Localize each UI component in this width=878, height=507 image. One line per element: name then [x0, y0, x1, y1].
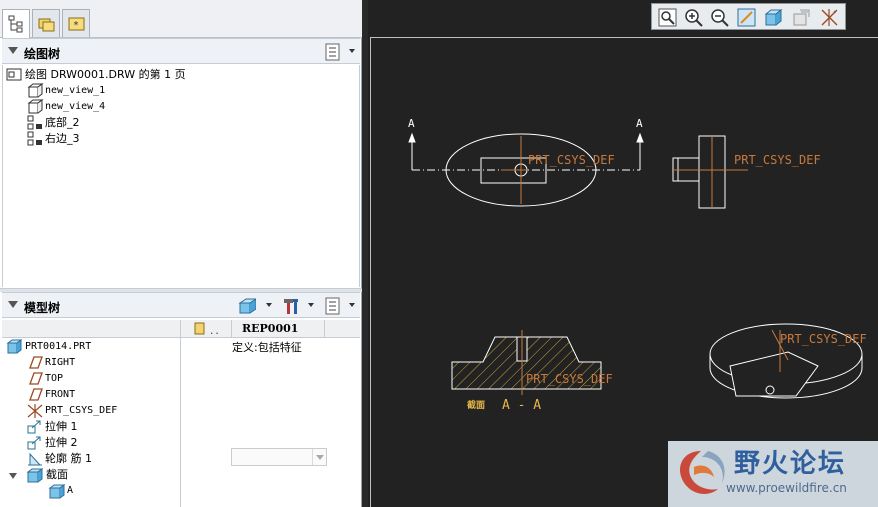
chevron-down-icon[interactable] [266, 303, 272, 307]
favorites-icon: * [68, 17, 85, 31]
chevron-down-icon[interactable] [349, 49, 355, 53]
csys-label: PRT_CSYS_DEF [780, 332, 867, 346]
view-toolbar: * [651, 3, 846, 30]
tree-settings-icon[interactable] [324, 297, 342, 315]
datum-plane-icon [29, 388, 43, 401]
repaint-icon[interactable] [736, 7, 757, 28]
shading-icon[interactable] [763, 7, 784, 28]
drawing-tree-title: 绘图树 [24, 47, 61, 61]
drawing-canvas[interactable]: A A PRT_CSYS_DEF PRT_CSYS_DEF PRT_CSYS_D… [368, 0, 878, 507]
csys-label: PRT_CSYS_DEF [734, 153, 821, 167]
show-model-icon[interactable] [238, 297, 256, 315]
drawing-sheet-icon [6, 68, 22, 81]
general-view-icon [27, 99, 44, 114]
top-view[interactable] [408, 132, 644, 207]
tab-folder-browser[interactable] [32, 9, 60, 37]
datum-plane-icon [29, 356, 43, 369]
column-empty [324, 320, 360, 338]
projection-view-icon [27, 115, 42, 130]
csys-label: PRT_CSYS_DEF [526, 372, 613, 386]
model-tree-title: 模型树 [24, 301, 61, 315]
annotation-display-icon[interactable] [791, 7, 812, 28]
collapse-icon[interactable] [8, 301, 18, 308]
arrow-head-icon [408, 132, 416, 143]
csys-label: PRT_CSYS_DEF [528, 153, 615, 167]
tree-icon [8, 15, 23, 33]
part-icon [6, 339, 23, 354]
extrude-icon [27, 436, 41, 450]
collapse-icon[interactable] [8, 47, 18, 54]
projection-view-icon [27, 131, 42, 146]
coordinate-system-icon [27, 404, 43, 418]
column-rep-header[interactable]: REP0001 [242, 322, 298, 335]
forum-logo-icon [680, 451, 725, 494]
chevron-down-icon[interactable] [308, 303, 314, 307]
model-tree-column-header: .. REP0001 [2, 320, 360, 338]
refit-icon[interactable] [657, 7, 678, 28]
datum-plane-icon [29, 372, 43, 385]
collapse-icon[interactable] [8, 471, 18, 481]
drawing-tree: 绘图 DRW0001.DRW 的第 1 页 new_view_1 new_vie… [2, 65, 360, 287]
zoom-in-icon[interactable] [683, 7, 704, 28]
cutting-label-left: A [408, 117, 415, 130]
navigator-panel: * 绘图树 绘图 DRW0001.DRW 的第 1 页 new_view_1 n… [0, 0, 362, 507]
watermark-title: 野火论坛 [734, 449, 847, 479]
rep-dropdown[interactable] [231, 448, 327, 466]
zoom-out-icon[interactable] [709, 7, 730, 28]
navigator-tabs: * [0, 0, 362, 39]
section-folder-icon [26, 468, 44, 483]
chevron-down-icon[interactable] [349, 303, 355, 307]
tab-model-tree[interactable] [2, 9, 30, 39]
svg-text:..: .. [209, 327, 220, 337]
section-word: 截面 [467, 399, 485, 411]
drawing-tree-header[interactable]: 绘图树 [2, 38, 360, 64]
datum-csys-display-icon[interactable]: * [819, 7, 840, 28]
section-icon [48, 484, 66, 499]
forum-watermark: 野火论坛 www.proewildfire.cn [668, 441, 878, 507]
general-view-icon [27, 83, 44, 98]
chevron-down-icon[interactable] [312, 449, 326, 465]
cutting-label-right: A [636, 117, 643, 130]
model-tree: PRT0014.PRT RIGHT TOP FRONT PRT_CSYS_DEF [2, 339, 360, 507]
extrude-icon [27, 420, 41, 434]
arrow-head-icon [636, 132, 644, 143]
column-icon: .. [194, 322, 220, 337]
folder-icon [38, 18, 55, 32]
svg-text:*: * [73, 20, 79, 31]
tools-icon[interactable] [282, 297, 300, 315]
column-selector[interactable]: .. [180, 320, 232, 338]
tree-settings-icon[interactable] [324, 43, 342, 61]
right-view[interactable] [672, 135, 748, 209]
rib-icon [28, 452, 42, 466]
watermark-url: www.proewildfire.cn [726, 481, 847, 495]
svg-text:*: * [833, 10, 837, 17]
model-tree-header[interactable]: 模型树 [2, 292, 360, 318]
tab-favorites[interactable]: * [62, 9, 90, 37]
section-name: A - A [502, 398, 541, 413]
